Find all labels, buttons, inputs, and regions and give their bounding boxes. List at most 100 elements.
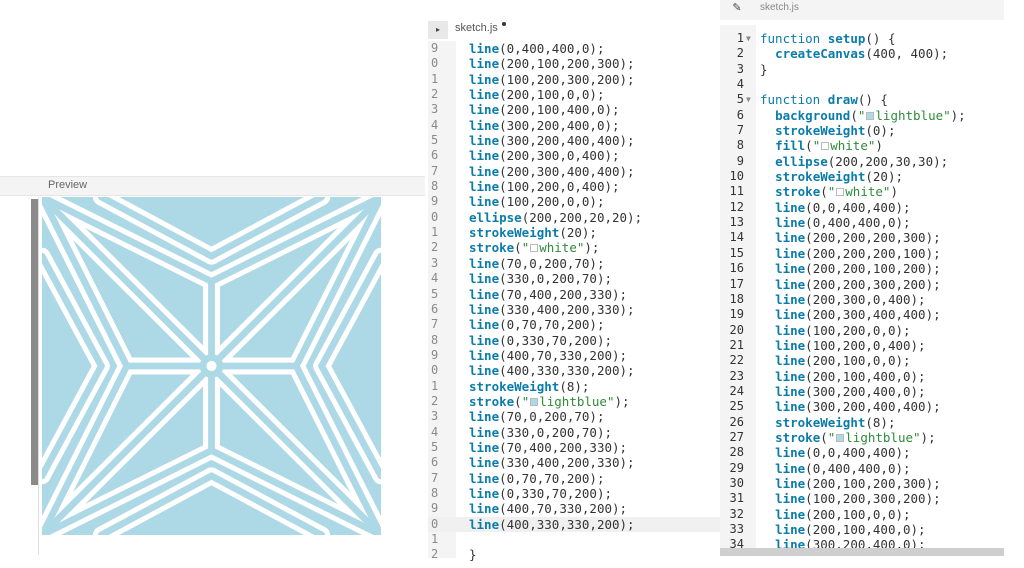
code-text[interactable]: function draw() { — [760, 92, 888, 107]
code-line[interactable]: 20 line(100,200,0,0); — [720, 323, 1004, 338]
code-text[interactable]: } — [469, 547, 477, 562]
code-text[interactable]: line(70,0,200,70); — [469, 256, 604, 271]
code-line[interactable]: 8 line(100,200,0,400); — [428, 179, 720, 194]
code-text[interactable]: line(200,200,200,100); — [760, 246, 941, 261]
preview-scrollbar[interactable] — [31, 199, 38, 485]
code-text[interactable]: stroke(" white"); — [469, 240, 599, 255]
code-text[interactable]: line(200,100,200,300); — [469, 56, 635, 71]
code-line[interactable]: 15 line(200,200,200,100); — [720, 246, 1004, 261]
code-line[interactable]: 5 line(300,200,400,400); — [428, 133, 720, 148]
code-text[interactable]: line(330,0,200,70); — [469, 425, 612, 440]
code-text[interactable]: line(200,200,300,200); — [760, 277, 941, 292]
code-line[interactable]: 7 line(200,300,400,400); — [428, 164, 720, 179]
code-line[interactable]: 14 line(200,200,200,300); — [720, 230, 1004, 245]
code-line[interactable]: 23 line(200,100,400,0); — [720, 369, 1004, 384]
code-text[interactable]: line(70,400,200,330); — [469, 287, 627, 302]
horizontal-scrollbar[interactable] — [720, 548, 1004, 556]
code-line[interactable]: 30 line(200,100,200,300); — [720, 476, 1004, 491]
code-text[interactable]: strokeWeight(8); — [469, 379, 589, 394]
code-line[interactable]: 1 — [428, 532, 720, 547]
code-text[interactable]: function setup() { — [760, 31, 896, 46]
code-text[interactable]: line(100,200,0,0); — [760, 323, 910, 338]
code-line[interactable]: 16 line(200,200,100,200); — [720, 261, 1004, 276]
code-text[interactable]: line(330,0,200,70); — [469, 271, 612, 286]
code-text[interactable]: line(300,200,400,0); — [469, 118, 620, 133]
code-text[interactable]: ellipse(200,200,20,20); — [469, 210, 642, 225]
code-text[interactable]: line(400,330,330,200); — [469, 363, 635, 378]
fold-arrow-icon[interactable]: ▼ — [746, 92, 751, 107]
code-line[interactable]: 29 line(0,400,400,0); — [720, 461, 1004, 476]
code-line[interactable]: 1 strokeWeight(8); — [428, 379, 720, 394]
code-line[interactable]: 22 line(200,100,0,0); — [720, 353, 1004, 368]
code-text[interactable]: line(0,330,70,200); — [469, 486, 612, 501]
code-line[interactable]: 8 line(0,330,70,200); — [428, 333, 720, 348]
code-lines[interactable]: 9 line(0,400,400,0); 0 line(200,100,200,300… — [428, 41, 720, 563]
code-line[interactable]: 3 line(70,0,200,70); — [428, 409, 720, 424]
code-text[interactable]: line(200,300,400,400); — [760, 307, 941, 322]
code-line[interactable]: 3 line(70,0,200,70); — [428, 256, 720, 271]
code-line[interactable]: 4 — [720, 77, 1004, 92]
code-line[interactable]: 9 ellipse(200,200,30,30); — [720, 154, 1004, 169]
code-text[interactable]: line(400,70,330,200); — [469, 348, 627, 363]
code-text[interactable]: } — [760, 62, 768, 77]
color-swatch-icon[interactable] — [530, 397, 539, 406]
code-line[interactable]: 2 stroke(" lightblue"); — [428, 394, 720, 409]
code-text[interactable]: strokeWeight(8); — [760, 415, 895, 430]
code-line[interactable]: 7 strokeWeight(0); — [720, 123, 1004, 138]
code-line[interactable]: 10 strokeWeight(20); — [720, 169, 1004, 184]
collapse-arrow-icon[interactable]: ▸ — [428, 21, 448, 39]
code-line[interactable]: 3 line(200,100,400,0); — [428, 102, 720, 117]
fold-arrow-icon[interactable]: ▼ — [746, 31, 751, 46]
code-text[interactable]: line(100,200,300,200); — [469, 72, 635, 87]
code-text[interactable]: line(0,0,400,400); — [760, 200, 910, 215]
code-text[interactable]: line(100,200,300,200); — [760, 491, 941, 506]
code-text[interactable]: line(200,200,200,300); — [760, 230, 941, 245]
color-swatch-icon[interactable] — [836, 188, 845, 197]
code-line[interactable]: 21 line(100,200,0,400); — [720, 338, 1004, 353]
code-text[interactable]: line(300,200,400,0); — [760, 384, 926, 399]
code-lines[interactable]: 1 ▼ function setup() {2 createCanvas(400, … — [720, 31, 1004, 553]
code-line[interactable]: 26 strokeWeight(8); — [720, 415, 1004, 430]
code-line[interactable]: 24 line(300,200,400,0); — [720, 384, 1004, 399]
code-line[interactable]: 25 line(300,200,400,400); — [720, 399, 1004, 414]
code-text[interactable]: line(330,400,200,330); — [469, 455, 635, 470]
code-text[interactable]: line(100,200,0,0); — [469, 194, 604, 209]
code-text[interactable]: line(330,400,200,330); — [469, 302, 635, 317]
code-text[interactable]: line(100,200,0,400); — [760, 338, 926, 353]
code-text[interactable]: line(70,0,200,70); — [469, 409, 604, 424]
code-line[interactable]: 33 line(200,100,400,0); — [720, 522, 1004, 537]
code-text[interactable]: strokeWeight(20); — [760, 169, 903, 184]
code-line[interactable]: 2 stroke(" white"); — [428, 240, 720, 255]
code-line[interactable]: 19 line(200,300,400,400); — [720, 307, 1004, 322]
code-line[interactable]: 6 background(" lightblue"); — [720, 108, 1004, 123]
code-line[interactable]: 4 line(330,0,200,70); — [428, 271, 720, 286]
code-text[interactable]: line(0,70,70,200); — [469, 317, 604, 332]
code-text[interactable]: line(0,70,70,200); — [469, 471, 604, 486]
code-line[interactable]: 2 line(200,100,0,0); — [428, 87, 720, 102]
code-line[interactable]: 5 ▼ function draw() { — [720, 92, 1004, 107]
code-line[interactable]: 1 strokeWeight(20); — [428, 225, 720, 240]
code-line[interactable]: 6 line(330,400,200,330); — [428, 302, 720, 317]
code-line[interactable]: 4 line(330,0,200,70); — [428, 425, 720, 440]
code-line[interactable]: 8 fill(" white") — [720, 138, 1004, 153]
color-swatch-icon[interactable] — [836, 433, 845, 442]
code-line[interactable]: 7 line(0,70,70,200); — [428, 471, 720, 486]
code-line[interactable]: 0 ellipse(200,200,20,20); — [428, 210, 720, 225]
code-text[interactable]: line(200,100,400,0); — [760, 369, 926, 384]
code-line[interactable]: 28 line(0,0,400,400); — [720, 445, 1004, 460]
file-tab[interactable]: sketch.js — [760, 2, 799, 13]
code-line[interactable]: 13 line(0,400,400,0); — [720, 215, 1004, 230]
code-text[interactable]: line(70,400,200,330); — [469, 440, 627, 455]
code-text[interactable]: createCanvas(400, 400); — [760, 46, 948, 61]
code-line[interactable]: 2 createCanvas(400, 400); — [720, 46, 1004, 61]
color-swatch-icon[interactable] — [530, 244, 539, 253]
code-editor-right[interactable]: ✎ sketch.js 1 ▼ function setup() {2 create… — [720, 0, 1004, 558]
code-text[interactable]: strokeWeight(20); — [469, 225, 597, 240]
code-text[interactable]: line(400,330,330,200); — [469, 517, 635, 532]
code-text[interactable]: line(300,200,400,400); — [469, 133, 635, 148]
code-text[interactable]: stroke(" lightblue"); — [469, 394, 630, 409]
code-text[interactable]: line(200,100,0,0); — [760, 507, 910, 522]
code-line[interactable]: 5 line(70,400,200,330); — [428, 440, 720, 455]
code-line[interactable]: 1 line(100,200,300,200); — [428, 72, 720, 87]
code-text[interactable]: line(200,300,400,400); — [469, 164, 635, 179]
